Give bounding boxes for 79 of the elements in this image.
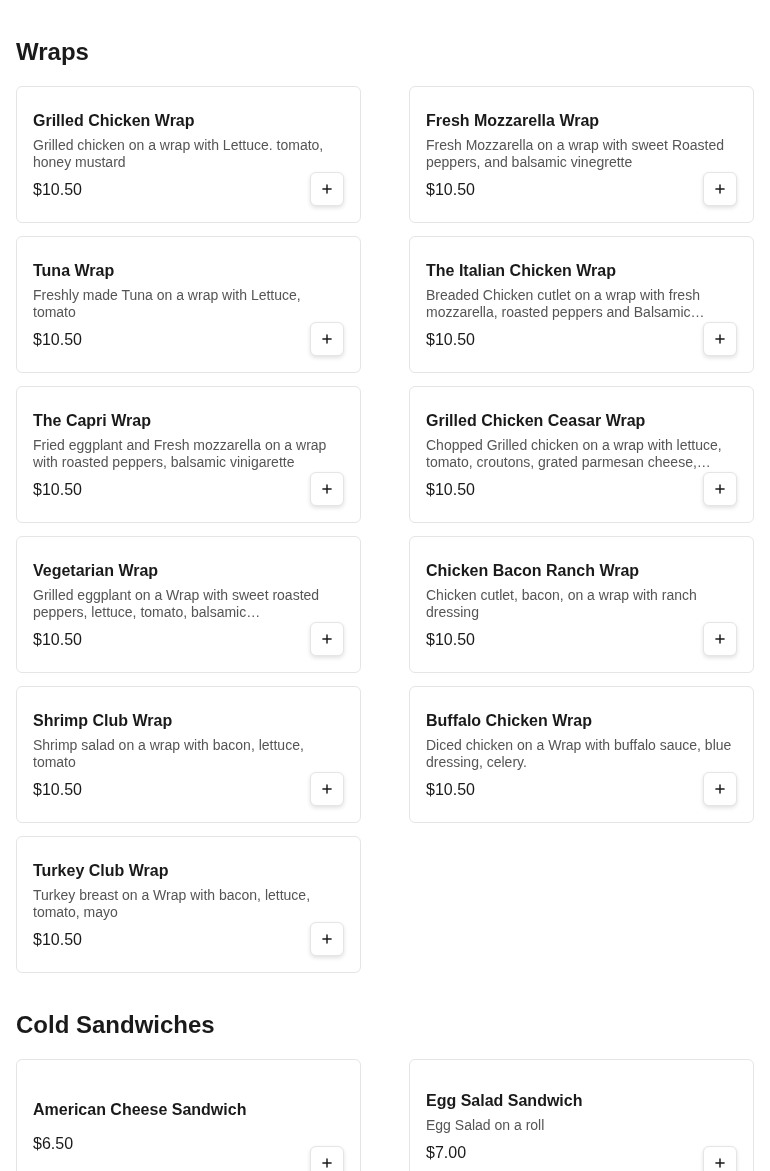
item-price: $10.50 <box>33 480 82 500</box>
menu-item-card[interactable]: Shrimp Club Wrap Shrimp salad on a wrap with bacon, lettuce, tomato $10.50 <box>16 686 361 823</box>
item-name: Fresh Mozzarella Wrap <box>426 111 600 131</box>
plus-icon <box>320 782 334 796</box>
plus-icon <box>713 332 727 346</box>
item-name: American Cheese Sandwich <box>33 1100 247 1120</box>
item-price: $10.50 <box>33 930 82 950</box>
menu-item-card[interactable]: Grilled Chicken Wrap Grilled chicken on a wrap with Lettuce. tomato, honey mustard $10.50 <box>16 86 361 223</box>
item-description: Grilled chicken on a wrap with Lettuce. tomato, honey mustard <box>33 137 325 171</box>
add-button[interactable] <box>310 472 344 506</box>
item-name: The Capri Wrap <box>33 411 151 431</box>
item-name: The Italian Chicken Wrap <box>426 261 616 281</box>
menu-item-card[interactable]: American Cheese Sandwich $6.50 <box>16 1059 361 1171</box>
item-description: Freshly made Tuna on a wrap with Lettuce, tomato <box>33 287 302 321</box>
item-price: $10.50 <box>426 630 475 650</box>
item-name: Grilled Chicken Wrap <box>33 111 195 131</box>
add-button[interactable] <box>703 772 737 806</box>
item-description: Diced chicken on a Wrap with buffalo sauce, blue dressing, celery. <box>426 737 733 771</box>
menu-item-card[interactable]: Buffalo Chicken Wrap Diced chicken on a Wrap with buffalo sauce, blue dressing, celery. $10.50 <box>409 686 754 823</box>
plus-icon <box>320 482 334 496</box>
add-button[interactable] <box>703 472 737 506</box>
section-heading: Cold Sandwiches <box>16 1010 215 1040</box>
section-heading: Wraps <box>16 37 89 67</box>
item-name: Chicken Bacon Ranch Wrap <box>426 561 640 581</box>
add-button[interactable] <box>703 172 737 206</box>
plus-icon <box>713 632 727 646</box>
menu-item-card[interactable]: Egg Salad Sandwich Egg Salad on a roll $7.00 <box>409 1059 754 1171</box>
item-price: $10.50 <box>33 180 82 200</box>
plus-icon <box>320 932 334 946</box>
item-description: Breaded Chicken cutlet on a wrap with fresh mozzarella, roasted peppers and Balsamic… <box>426 287 706 321</box>
menu-item-card[interactable]: Tuna Wrap Freshly made Tuna on a wrap with Lettuce, tomato $10.50 <box>16 236 361 373</box>
menu-item-card[interactable]: Chicken Bacon Ranch Wrap Chicken cutlet, bacon, on a wrap with ranch dressing $10.50 <box>409 536 754 673</box>
plus-icon <box>320 182 334 196</box>
item-price: $10.50 <box>426 180 475 200</box>
item-description: Grilled eggplant on a Wrap with sweet roasted peppers, lettuce, tomato, balsamic… <box>33 587 321 621</box>
item-price: $10.50 <box>426 330 475 350</box>
item-price: $7.00 <box>426 1143 467 1163</box>
plus-icon <box>320 332 334 346</box>
item-description: Turkey breast on a Wrap with bacon, lettuce, tomato, mayo <box>33 887 312 921</box>
add-button[interactable] <box>310 622 344 656</box>
plus-icon <box>713 782 727 796</box>
plus-icon <box>713 1156 727 1170</box>
add-button[interactable] <box>310 322 344 356</box>
add-button[interactable] <box>310 772 344 806</box>
item-name: Shrimp Club Wrap <box>33 711 173 731</box>
menu-item-card[interactable]: Vegetarian Wrap Grilled eggplant on a Wrap with sweet roasted peppers, lettuce, tomato, balsamic… $10.50 <box>16 536 361 673</box>
add-button[interactable] <box>703 622 737 656</box>
item-description: Shrimp salad on a wrap with bacon, lettuce, tomato <box>33 737 305 771</box>
menu-item-card[interactable]: Grilled Chicken Ceasar Wrap Chopped Grilled chicken on a wrap with lettuce, tomato, croutons, grated parmesan cheese,… $10.50 <box>409 386 754 523</box>
item-description: Fried eggplant and Fresh mozzarella on a wrap with roasted peppers, balsamic vinigarette <box>33 437 328 471</box>
item-price: $10.50 <box>426 780 475 800</box>
item-name: Buffalo Chicken Wrap <box>426 711 592 731</box>
item-description: Fresh Mozzarella on a wrap with sweet Roasted peppers, and balsamic vinegrette <box>426 137 726 171</box>
item-price: $10.50 <box>33 630 82 650</box>
item-name: Tuna Wrap <box>33 261 115 281</box>
item-name: Turkey Club Wrap <box>33 861 169 881</box>
item-name: Egg Salad Sandwich <box>426 1091 583 1111</box>
add-button[interactable] <box>703 1146 737 1171</box>
menu-item-card[interactable]: The Italian Chicken Wrap Breaded Chicken cutlet on a wrap with fresh mozzarella, roasted peppers and Balsamic… $10.50 <box>409 236 754 373</box>
item-price: $6.50 <box>33 1134 74 1154</box>
plus-icon <box>713 182 727 196</box>
add-button[interactable] <box>310 1146 344 1171</box>
item-description: Chopped Grilled chicken on a wrap with lettuce, tomato, croutons, grated parmesan cheese,… <box>426 437 723 471</box>
item-name: Vegetarian Wrap <box>33 561 159 581</box>
item-description: Egg Salad on a roll <box>426 1117 546 1134</box>
menu-item-card[interactable]: The Capri Wrap Fried eggplant and Fresh mozzarella on a wrap with roasted peppers, balsamic vinigarette $10.50 <box>16 386 361 523</box>
plus-icon <box>320 632 334 646</box>
plus-icon <box>713 482 727 496</box>
item-price: $10.50 <box>33 780 82 800</box>
item-price: $10.50 <box>33 330 82 350</box>
menu-item-card[interactable]: Fresh Mozzarella Wrap Fresh Mozzarella on a wrap with sweet Roasted peppers, and balsamic vinegrette $10.50 <box>409 86 754 223</box>
add-button[interactable] <box>310 922 344 956</box>
plus-icon <box>320 1156 334 1170</box>
add-button[interactable] <box>703 322 737 356</box>
item-description: Chicken cutlet, bacon, on a wrap with ranch dressing <box>426 587 698 621</box>
menu-item-card[interactable]: Turkey Club Wrap Turkey breast on a Wrap with bacon, lettuce, tomato, mayo $10.50 <box>16 836 361 973</box>
item-price: $10.50 <box>426 480 475 500</box>
item-name: Grilled Chicken Ceasar Wrap <box>426 411 646 431</box>
add-button[interactable] <box>310 172 344 206</box>
